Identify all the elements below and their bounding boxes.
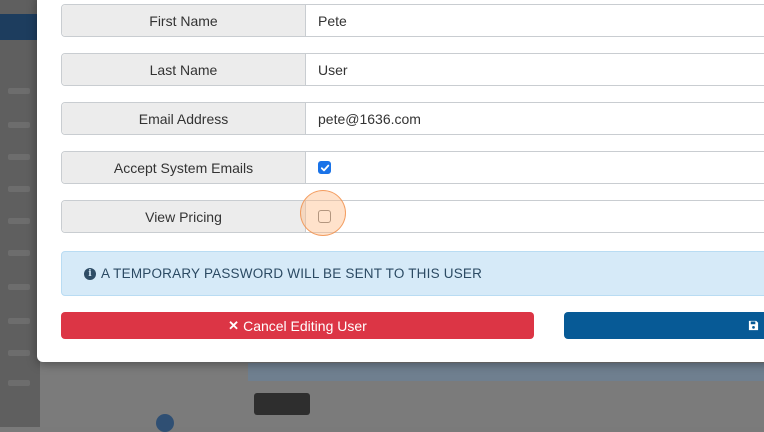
- email-field[interactable]: pete@1636.com: [306, 103, 764, 134]
- background-sidebar-item: [8, 186, 30, 192]
- background-sidebar: [0, 0, 40, 427]
- close-icon: ✕: [228, 317, 240, 333]
- view-pricing-checkbox[interactable]: [318, 210, 331, 223]
- accept-system-emails-cell: [306, 152, 764, 183]
- background-sidebar-item: [8, 350, 30, 356]
- alert-text: A TEMPORARY PASSWORD WILL BE SENT TO THI…: [101, 266, 483, 281]
- background-pagination: [248, 393, 316, 415]
- background-sidebar-item: [8, 122, 30, 128]
- background-sidebar-item: [8, 88, 30, 94]
- info-circle-icon: i: [84, 267, 96, 280]
- background-sidebar-item: [8, 380, 30, 386]
- last-name-field[interactable]: User: [306, 54, 764, 85]
- cancel-button-label: Cancel Editing User: [243, 317, 367, 334]
- view-pricing-cell: [306, 201, 764, 232]
- background-sidebar-item: [8, 218, 30, 224]
- accept-system-emails-label: Accept System Emails: [62, 152, 306, 183]
- background-table-header: [248, 363, 764, 381]
- background-sidebar-active-item: [0, 14, 40, 40]
- first-name-label: First Name: [62, 5, 306, 36]
- background-sidebar-item: [8, 250, 30, 256]
- edit-user-modal: First Name Pete Last Name User Email Add…: [37, 0, 764, 362]
- email-label: Email Address: [62, 103, 306, 134]
- background-sidebar-item: [8, 284, 30, 290]
- last-name-label: Last Name: [62, 54, 306, 85]
- view-pricing-label: View Pricing: [62, 201, 306, 232]
- first-name-row: First Name Pete: [61, 4, 764, 37]
- background-sidebar-item: [8, 318, 30, 324]
- floppy-disk-icon: [748, 320, 759, 331]
- background-avatar-icon: [156, 414, 174, 432]
- background-sidebar-item: [8, 154, 30, 160]
- temporary-password-alert: i A TEMPORARY PASSWORD WILL BE SENT TO T…: [61, 251, 764, 296]
- background-page-size-select: [254, 393, 310, 415]
- save-user-button[interactable]: [564, 312, 764, 339]
- checkmark-icon: [320, 164, 329, 171]
- accept-system-emails-checkbox[interactable]: [318, 161, 331, 174]
- view-pricing-row: View Pricing: [61, 200, 764, 233]
- accept-system-emails-row: Accept System Emails: [61, 151, 764, 184]
- last-name-row: Last Name User: [61, 53, 764, 86]
- first-name-field[interactable]: Pete: [306, 5, 764, 36]
- cancel-editing-user-button[interactable]: ✕ Cancel Editing User: [61, 312, 534, 339]
- email-row: Email Address pete@1636.com: [61, 102, 764, 135]
